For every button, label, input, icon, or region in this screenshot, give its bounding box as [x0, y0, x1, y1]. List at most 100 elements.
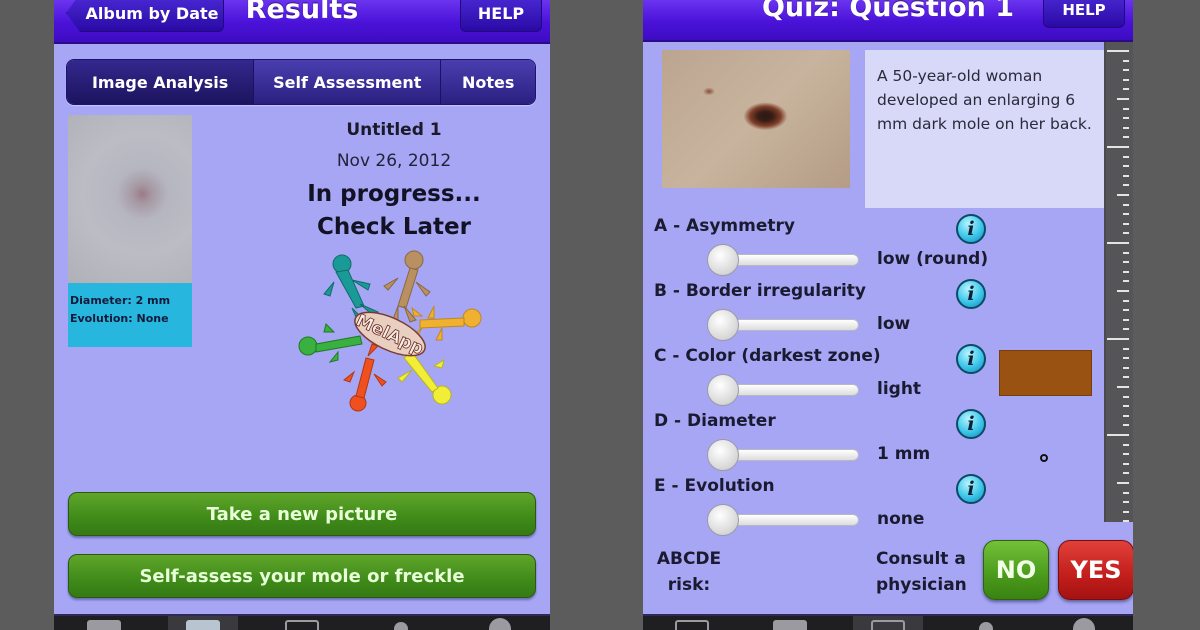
criterion-slider[interactable]	[707, 504, 859, 536]
measurement-ruler[interactable]	[1104, 42, 1133, 523]
slider-thumb[interactable]	[707, 244, 739, 276]
ruler-tick	[1123, 318, 1129, 321]
info-icon[interactable]: i	[956, 474, 986, 504]
logo-figure-orange	[411, 305, 482, 341]
photos-icon	[773, 620, 807, 630]
ruler-tick	[1123, 117, 1129, 120]
tabbar-photos[interactable]	[755, 616, 825, 630]
tabbar-person[interactable]	[951, 616, 1021, 630]
tabbar-photos[interactable]	[167, 616, 238, 630]
ruler-tick	[1123, 299, 1129, 302]
slider-thumb[interactable]	[707, 504, 739, 536]
tab-self-assessment[interactable]: Self Assessment	[254, 60, 442, 104]
diameter-text: Diameter: 2 mm	[70, 294, 171, 307]
nav-bar: Album by Date Results HELP	[54, 0, 550, 44]
slider-thumb[interactable]	[707, 309, 739, 341]
take-new-picture-button[interactable]: Take a new picture	[68, 492, 536, 536]
ruler-tick	[1123, 59, 1129, 62]
help-icon	[1073, 618, 1095, 630]
quiz-screen: Quiz: Question 1 HELP A 50-year-old woma…	[643, 0, 1133, 630]
ruler-tick	[1123, 270, 1129, 273]
tabbar-person[interactable]	[366, 616, 436, 630]
ruler-tick	[1123, 376, 1129, 379]
criterion-slider[interactable]	[707, 244, 859, 276]
info-icon[interactable]: i	[956, 279, 986, 309]
consult-line-2: physician	[876, 575, 967, 595]
risk-label-line-2: risk:	[667, 575, 711, 595]
criterion-label: A - Asymmetry	[654, 216, 795, 236]
ruler-tick	[1123, 520, 1129, 523]
ruler-tick	[1107, 338, 1129, 340]
slider-thumb[interactable]	[707, 439, 739, 471]
criterion-value: light	[877, 379, 922, 399]
results-screen: Album by Date Results HELP Image Analysi…	[54, 0, 550, 630]
image-icon	[871, 620, 905, 630]
self-assess-button[interactable]: Self-assess your mole or freckle	[68, 554, 536, 598]
info-icon[interactable]: i	[956, 344, 986, 374]
tab-bar	[54, 614, 550, 630]
tabbar-image[interactable]	[267, 616, 337, 630]
ruler-tick	[1123, 366, 1129, 369]
answer-no-button[interactable]: NO	[983, 540, 1049, 600]
help-button[interactable]: HELP	[460, 0, 542, 32]
tabbar-folder[interactable]	[657, 616, 727, 630]
ruler-tick	[1107, 146, 1129, 148]
ruler-tick	[1123, 280, 1129, 283]
ruler-tick	[1123, 165, 1129, 168]
tabbar-help[interactable]	[1049, 616, 1119, 630]
ruler-tick	[1123, 462, 1129, 465]
ruler-tick	[1117, 194, 1129, 196]
ruler-tick	[1123, 251, 1129, 254]
evolution-text: Evolution: None	[70, 312, 169, 325]
tab-label: Self Assessment	[273, 72, 422, 92]
ruler-tick	[1123, 88, 1129, 91]
ruler-tick	[1123, 107, 1129, 110]
info-icon[interactable]: i	[956, 214, 986, 244]
info-icon[interactable]: i	[956, 409, 986, 439]
photos-icon	[185, 620, 220, 630]
tabbar-image[interactable]	[853, 616, 923, 630]
criterion-label: C - Color (darkest zone)	[654, 346, 881, 366]
ruler-tick	[1123, 309, 1129, 312]
criterion-slider[interactable]	[707, 309, 859, 341]
ruler-tick	[1123, 184, 1129, 187]
abcde-risk-label: ABCDE risk:	[649, 546, 729, 598]
mole-thumbnail[interactable]	[68, 115, 192, 283]
ruler-tick	[1123, 395, 1129, 398]
criterion-value: low	[877, 314, 911, 334]
criterion-value: 1 mm	[877, 444, 931, 464]
consult-physician-label: Consult a physician	[876, 546, 967, 598]
analysis-status: In progress... Check Later	[254, 178, 534, 244]
consult-line-1: Consult a	[876, 549, 966, 569]
criterion-value: none	[877, 509, 925, 529]
tabbar-folder[interactable]	[69, 616, 139, 630]
status-line-1: In progress...	[307, 181, 481, 207]
slider-thumb[interactable]	[707, 374, 739, 406]
ruler-tick	[1123, 357, 1129, 360]
criterion-slider[interactable]	[707, 374, 859, 406]
tab-image-analysis[interactable]: Image Analysis	[67, 60, 255, 104]
tab-notes[interactable]: Notes	[441, 60, 535, 104]
ruler-tick	[1117, 482, 1129, 484]
ruler-tick	[1123, 501, 1129, 504]
thumbnail-info: Diameter: 2 mm Evolution: None	[68, 283, 192, 347]
quiz-mole-photo	[662, 50, 850, 188]
ruler-tick	[1123, 510, 1129, 513]
ruler-tick	[1123, 491, 1129, 494]
analysis-tabs: Image Analysis Self Assessment Notes	[66, 59, 536, 105]
record-date: Nov 26, 2012	[336, 151, 452, 171]
tabbar-help[interactable]	[465, 616, 535, 630]
ruler-tick	[1123, 328, 1129, 331]
criterion-slider[interactable]	[707, 439, 859, 471]
ruler-tick	[1117, 98, 1129, 100]
answer-yes-button[interactable]: YES	[1058, 540, 1133, 600]
diameter-preview-dot	[1040, 454, 1048, 462]
button-label: NO	[995, 556, 1037, 584]
folder-icon	[675, 620, 709, 630]
folder-icon	[86, 620, 121, 630]
ruler-tick	[1107, 434, 1129, 436]
ruler-tick	[1117, 290, 1129, 292]
help-button[interactable]: HELP	[1043, 0, 1125, 28]
ruler-tick	[1117, 386, 1129, 388]
button-label: Take a new picture	[206, 503, 398, 525]
